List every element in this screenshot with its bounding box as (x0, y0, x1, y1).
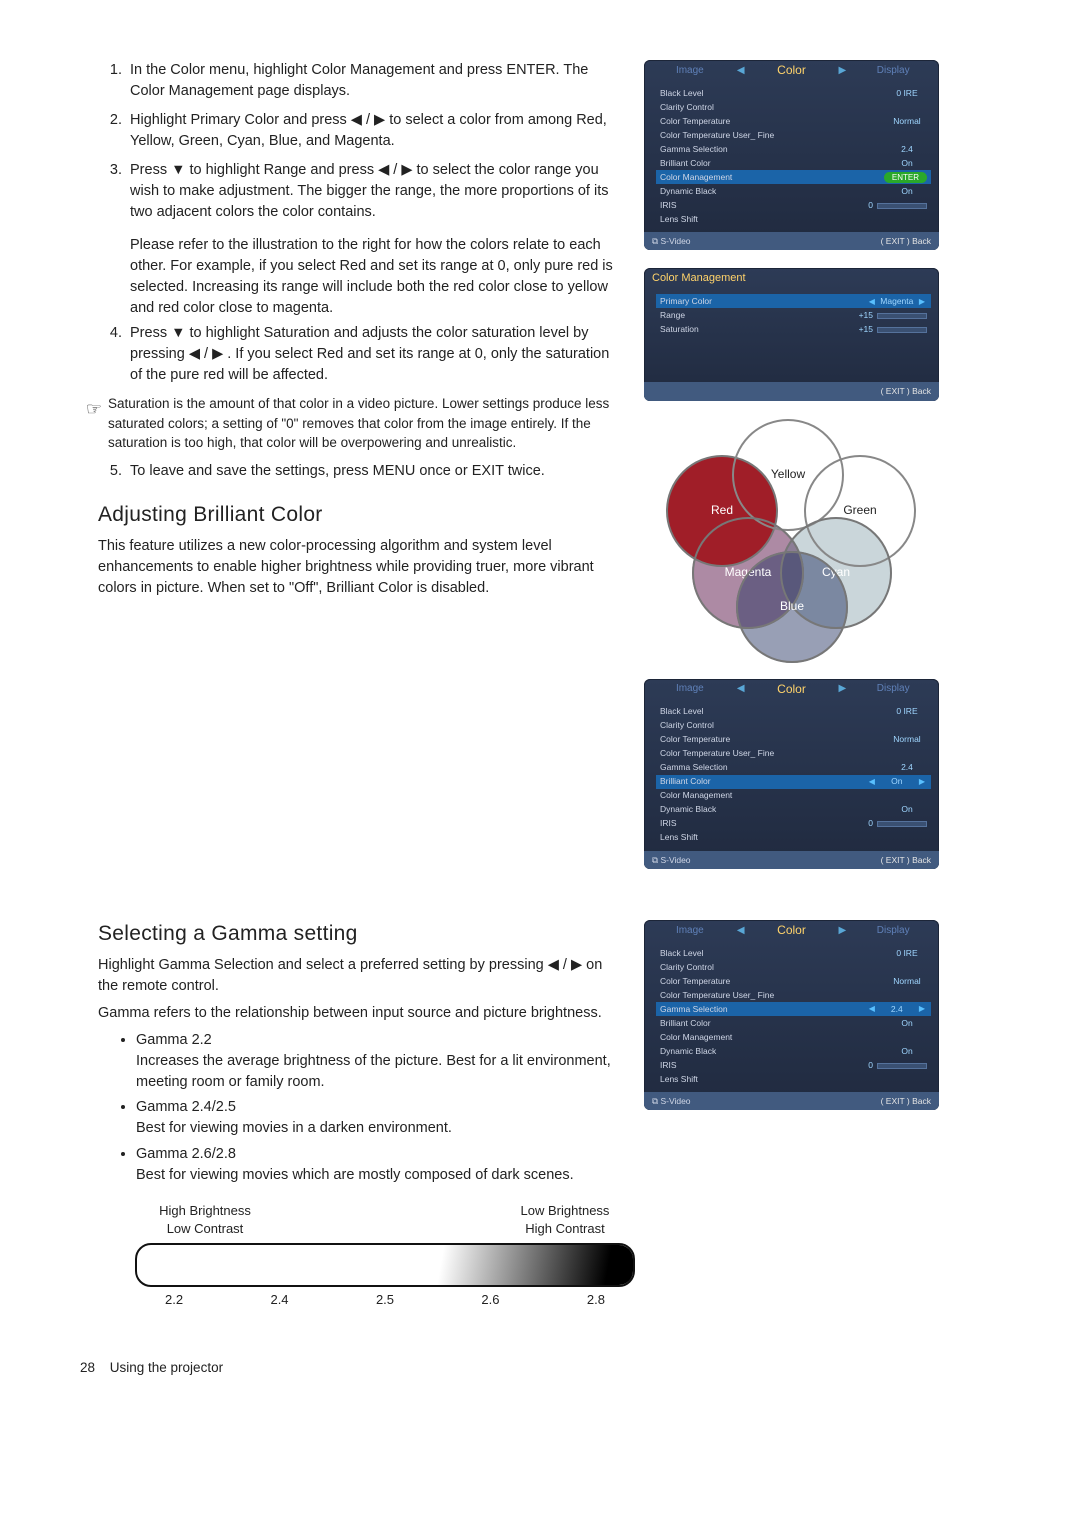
osd-tab-display: Display (847, 682, 939, 697)
footer-title: Using the projector (110, 1360, 223, 1375)
osd-exit: ( EXIT ) Back (881, 235, 931, 247)
osd3-rows: Black Level0 IREClarity ControlColor Tem… (644, 942, 939, 1092)
osd-menu-gamma: Image ◀ Color ▶ Display Black Level0 IRE… (644, 920, 939, 1110)
para-gamma-2: Gamma refers to the relationship between… (98, 1003, 618, 1024)
osd-row: Color Temperature User_ Fine (656, 747, 931, 761)
osd-row: Gamma Selection◀2.4▶ (656, 1002, 931, 1016)
heading-brilliant-color: Adjusting Brilliant Color (98, 500, 620, 530)
osd-row: Color Management (656, 789, 931, 803)
osd-row: Lens Shift (656, 212, 931, 226)
para-colors-relate: Please refer to the illustration to the … (130, 235, 620, 319)
page-footer: 28 Using the projector (80, 1358, 1010, 1378)
osd-row: Color TemperatureNormal (656, 733, 931, 747)
osd-row: Gamma Selection2.4 (656, 142, 931, 156)
osd-row: Clarity Control (656, 100, 931, 114)
osd-tab-color: Color (746, 681, 838, 698)
osd-row: Black Level0 IRE (656, 946, 931, 960)
osd-row: Color Temperature User_ Fine (656, 988, 931, 1002)
osd-row: Color TemperatureNormal (656, 114, 931, 128)
osd-row: Color Management (656, 1030, 931, 1044)
osd-row: Color TemperatureNormal (656, 974, 931, 988)
steps-1-3: In the Color menu, highlight Color Manag… (102, 60, 620, 223)
osd-row: Clarity Control (656, 719, 931, 733)
osd-menu-color-management: Image ◀ Color ▶ Display Black Level0 IRE… (644, 60, 939, 250)
osd-row: IRIS0 (656, 1058, 931, 1072)
step-5: To leave and save the settings, press ME… (102, 461, 620, 482)
heading-gamma: Selecting a Gamma setting (98, 919, 620, 949)
osd-row: Primary Color◀Magenta▶ (656, 294, 931, 308)
osd-row: Dynamic BlackOn (656, 1044, 931, 1058)
gamma-bar (135, 1243, 635, 1287)
osd-row: IRIS0 (656, 198, 931, 212)
gamma-bullets: Gamma 2.2 Increases the average brightne… (136, 1030, 620, 1185)
osd-footer: ⧉ S-Video ( EXIT ) Back (644, 851, 939, 869)
osd-row: Dynamic BlackOn (656, 803, 931, 817)
osd-row: Saturation+15 (656, 322, 931, 336)
osd1-rows: Black Level0 IREClarity ControlColor Tem… (644, 82, 939, 232)
venn-blue: Blue (736, 551, 848, 663)
gamma-label-right: Low BrightnessHigh Contrast (495, 1202, 635, 1240)
para-brilliant-color: This feature utilizes a new color-proces… (98, 536, 618, 599)
para-gamma-1: Highlight Gamma Selection and select a p… (98, 955, 618, 997)
osd-row: Dynamic BlackOn (656, 184, 931, 198)
osd2-rows: Black Level0 IREClarity ControlColor Tem… (644, 701, 939, 851)
venn-color-diagram: Red Yellow Green Magenta Cyan Blue (644, 419, 939, 649)
osd-row: Color ManagementENTER (656, 170, 931, 184)
osd-row: Color Temperature User_ Fine (656, 128, 931, 142)
osd-row: Range+15 (656, 308, 931, 322)
osd-cm-title: Color Management (652, 271, 746, 287)
section-color-management: In the Color menu, highlight Color Manag… (80, 60, 1010, 887)
osd-row: IRIS0 (656, 817, 931, 831)
overlay-icon: ⧉ S-Video (652, 854, 691, 866)
section-gamma: Selecting a Gamma setting Highlight Gamm… (80, 901, 1010, 1310)
osd-footer: ⧉ S-Video ( EXIT ) Back (644, 232, 939, 250)
osd-row: Brilliant ColorOn (656, 156, 931, 170)
step-2: Highlight Primary Color and press ◀ / ▶ … (130, 110, 620, 152)
gamma-label-left: High BrightnessLow Contrast (135, 1202, 275, 1240)
step-4: Press ▼ to highlight Saturation and adju… (102, 323, 620, 386)
osd-exit: ( EXIT ) Back (881, 385, 931, 397)
osd-row: Black Level0 IRE (656, 86, 931, 100)
overlay-icon: ⧉ S-Video (652, 235, 691, 247)
osd-footer: ( EXIT ) Back (644, 382, 939, 400)
note-text: Saturation is the amount of that color i… (108, 394, 620, 453)
osd-tab-image: Image (644, 682, 736, 697)
step-1: In the Color menu, highlight Color Manag… (130, 60, 620, 102)
page-number: 28 (80, 1358, 106, 1378)
gamma-item: Gamma 2.6/2.8 Best for viewing movies wh… (136, 1144, 620, 1186)
gamma-chart: High BrightnessLow Contrast Low Brightne… (135, 1202, 635, 1311)
osd-tab-image: Image (644, 64, 736, 79)
osd-footer: ⧉ S-Video ( EXIT ) Back (644, 1092, 939, 1110)
osd-submenu-color-management: Color Management Primary Color◀Magenta▶R… (644, 268, 939, 400)
osd-row: Clarity Control (656, 960, 931, 974)
gamma-nums: 2.2 2.4 2.5 2.6 2.8 (135, 1291, 635, 1310)
osd-menu-brilliant-color: Image ◀ Color ▶ Display Black Level0 IRE… (644, 679, 939, 869)
osd-row: Lens Shift (656, 1072, 931, 1086)
osd-tab-color: Color (746, 62, 838, 79)
osd-tab-color: Color (746, 922, 838, 939)
osd-tab-display: Display (847, 64, 939, 79)
osd-exit: ( EXIT ) Back (881, 1095, 931, 1107)
gamma-item: Gamma 2.4/2.5 Best for viewing movies in… (136, 1097, 620, 1139)
osd-cm-rows: Primary Color◀Magenta▶Range+15Saturation… (644, 290, 939, 342)
osd-tab-display: Display (847, 924, 939, 939)
note-icon: ☞ (80, 394, 108, 422)
osd-row: Brilliant ColorOn (656, 1016, 931, 1030)
gamma-item: Gamma 2.2 Increases the average brightne… (136, 1030, 620, 1093)
overlay-icon: ⧉ S-Video (652, 1095, 691, 1107)
osd-row: Black Level0 IRE (656, 705, 931, 719)
osd-row: Lens Shift (656, 831, 931, 845)
note-saturation: ☞ Saturation is the amount of that color… (80, 394, 620, 453)
osd-row: Gamma Selection2.4 (656, 761, 931, 775)
osd-exit: ( EXIT ) Back (881, 854, 931, 866)
step-5-item: To leave and save the settings, press ME… (130, 461, 620, 482)
step-3: Press ▼ to highlight Range and press ◀ /… (130, 160, 620, 223)
osd-tab-image: Image (644, 924, 736, 939)
osd-row: Brilliant Color◀On▶ (656, 775, 931, 789)
step-4-item: Press ▼ to highlight Saturation and adju… (130, 323, 620, 386)
